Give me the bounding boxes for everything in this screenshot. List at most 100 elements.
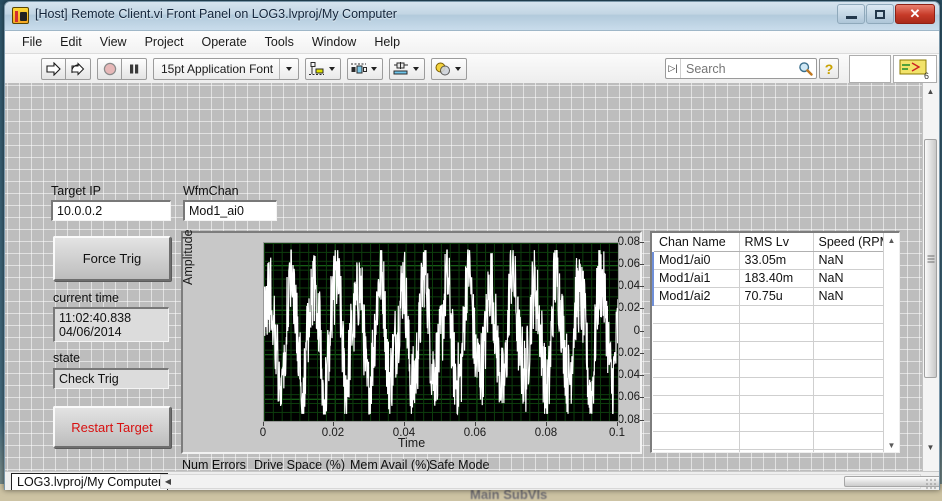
table-cell[interactable]: NaN [813, 287, 888, 306]
table-row-empty[interactable] [653, 395, 888, 414]
table-scrollbar[interactable]: ▲ ▼ [883, 233, 899, 452]
menu-item-help[interactable]: Help [365, 33, 409, 51]
panel-scroll-up-icon[interactable]: ▲ [923, 83, 938, 99]
table-cell-empty[interactable] [653, 305, 740, 324]
abort-execution-button[interactable] [98, 59, 122, 79]
waveform-graph[interactable]: Amplitude 0.08 0.06 0.04 0.02 0 -0.02 -0… [181, 229, 644, 454]
menu-item-project[interactable]: Project [136, 33, 193, 51]
run-continuously-button[interactable] [66, 59, 90, 79]
distribute-objects-button[interactable] [347, 58, 384, 80]
table-row-empty[interactable] [653, 377, 888, 396]
align-chevron-down-icon [329, 67, 336, 71]
table-cell-empty[interactable] [813, 377, 888, 396]
resize-grip-icon[interactable] [925, 478, 937, 490]
table-scroll-down-icon[interactable]: ▼ [884, 438, 899, 452]
menu-item-operate[interactable]: Operate [192, 33, 255, 51]
table-cell-empty[interactable] [813, 323, 888, 342]
table-cell-empty[interactable] [653, 359, 740, 378]
table-cell-empty[interactable] [739, 305, 814, 324]
table-cell-empty[interactable] [739, 395, 814, 414]
run-button[interactable] [42, 59, 66, 79]
menu-item-edit[interactable]: Edit [51, 33, 91, 51]
table-row-empty[interactable] [653, 449, 888, 452]
table-cell-empty[interactable] [813, 359, 888, 378]
search-box[interactable]: ▷| [665, 58, 817, 79]
table-cell[interactable]: 33.05m [739, 251, 814, 270]
table-cell-empty[interactable] [653, 377, 740, 396]
menu-item-window[interactable]: Window [303, 33, 365, 51]
pause-icon [130, 64, 139, 74]
table-cell-empty[interactable] [739, 413, 814, 432]
table-cell-empty[interactable] [739, 323, 814, 342]
table-cell-empty[interactable] [813, 395, 888, 414]
hscroll-left-icon[interactable]: ◀ [161, 475, 175, 488]
target-ip-label: Target IP [51, 184, 102, 198]
table-cell[interactable]: Mod1/ai2 [652, 287, 740, 306]
align-objects-button[interactable] [305, 58, 342, 80]
table-cell[interactable]: 183.40m [739, 269, 814, 288]
reorder-button[interactable] [431, 58, 468, 80]
search-input[interactable] [681, 60, 794, 77]
plot-area[interactable] [263, 242, 619, 422]
table-cell-empty[interactable] [813, 449, 888, 452]
channel-table[interactable]: Chan Name RMS Lv Speed (RPM) Mod1/ai0 33.… [650, 231, 900, 453]
table-scroll-up-icon[interactable]: ▲ [884, 233, 899, 247]
table-cell-empty[interactable] [739, 377, 814, 396]
table-cell[interactable]: Mod1/ai1 [652, 269, 740, 288]
table-cell[interactable]: Mod1/ai0 [652, 251, 740, 270]
table-cell-empty[interactable] [739, 341, 814, 360]
force-trig-button[interactable]: Force Trig [53, 236, 171, 281]
target-ip-input[interactable]: 10.0.0.2 [51, 200, 171, 221]
table-row-empty[interactable] [653, 323, 888, 342]
panel-scroll-down-icon[interactable]: ▼ [923, 439, 938, 455]
table-cell-empty[interactable] [739, 431, 814, 450]
table-cell-empty[interactable] [813, 305, 888, 324]
menu-item-view[interactable]: View [91, 33, 136, 51]
minimize-button[interactable] [837, 4, 865, 24]
menu-item-file[interactable]: File [13, 33, 51, 51]
table-cell-empty[interactable] [813, 341, 888, 360]
table-row-empty[interactable] [653, 305, 888, 324]
search-icon[interactable] [794, 61, 816, 76]
table-cell-empty[interactable] [739, 449, 814, 452]
table-cell-empty[interactable] [653, 341, 740, 360]
table-cell-empty[interactable] [813, 431, 888, 450]
resize-objects-button[interactable] [389, 58, 426, 80]
table-row[interactable]: Mod1/ai0 33.05m NaN [652, 251, 888, 270]
vi-connector-pane-icon[interactable]: 6 [893, 55, 937, 83]
table-row-empty[interactable] [653, 359, 888, 378]
menu-bar: File Edit View Project Operate Tools Win… [5, 31, 939, 54]
menu-item-tools[interactable]: Tools [256, 33, 303, 51]
table-row[interactable]: Mod1/ai1 183.40m NaN [652, 269, 888, 288]
table-row-empty[interactable] [653, 431, 888, 450]
table-cell-empty[interactable] [653, 413, 740, 432]
table-cell[interactable]: 70.75u [739, 287, 814, 306]
panel-scroll-thumb[interactable] [924, 139, 937, 378]
table-row-empty[interactable] [653, 413, 888, 432]
table-cell[interactable]: NaN [813, 269, 888, 288]
table-cell[interactable]: NaN [813, 251, 888, 270]
table-cell-empty[interactable] [653, 395, 740, 414]
scroll-grip-icon [927, 255, 934, 262]
panel-vertical-scrollbar[interactable]: ▲ ▼ [922, 83, 939, 471]
maximize-button[interactable] [866, 4, 894, 24]
table-cell-empty[interactable] [653, 449, 740, 452]
table-cell-empty[interactable] [739, 359, 814, 378]
run-controls-group [41, 58, 91, 80]
table-row-empty[interactable] [653, 341, 888, 360]
table-row[interactable]: Mod1/ai2 70.75u NaN [652, 287, 888, 306]
font-selector-chevron-down-icon[interactable] [279, 59, 298, 79]
close-button[interactable]: ✕ [895, 4, 935, 24]
panel-horizontal-scrollbar[interactable]: ◀ [160, 474, 939, 489]
wfm-chan-input[interactable]: Mod1_ai0 [183, 200, 277, 221]
table-cell-empty[interactable] [653, 431, 740, 450]
header-speed-rpm: Speed (RPM) [813, 233, 888, 252]
title-bar[interactable]: [Host] Remote Client.vi Front Panel on L… [5, 2, 939, 31]
context-help-button[interactable]: ? [819, 58, 839, 79]
table-cell-empty[interactable] [813, 413, 888, 432]
restart-target-button[interactable]: Restart Target [53, 406, 171, 448]
search-pin-icon[interactable]: ▷| [666, 59, 681, 78]
table-cell-empty[interactable] [653, 323, 740, 342]
font-selector[interactable]: 15pt Application Font [153, 58, 300, 80]
pause-button[interactable] [122, 59, 146, 79]
